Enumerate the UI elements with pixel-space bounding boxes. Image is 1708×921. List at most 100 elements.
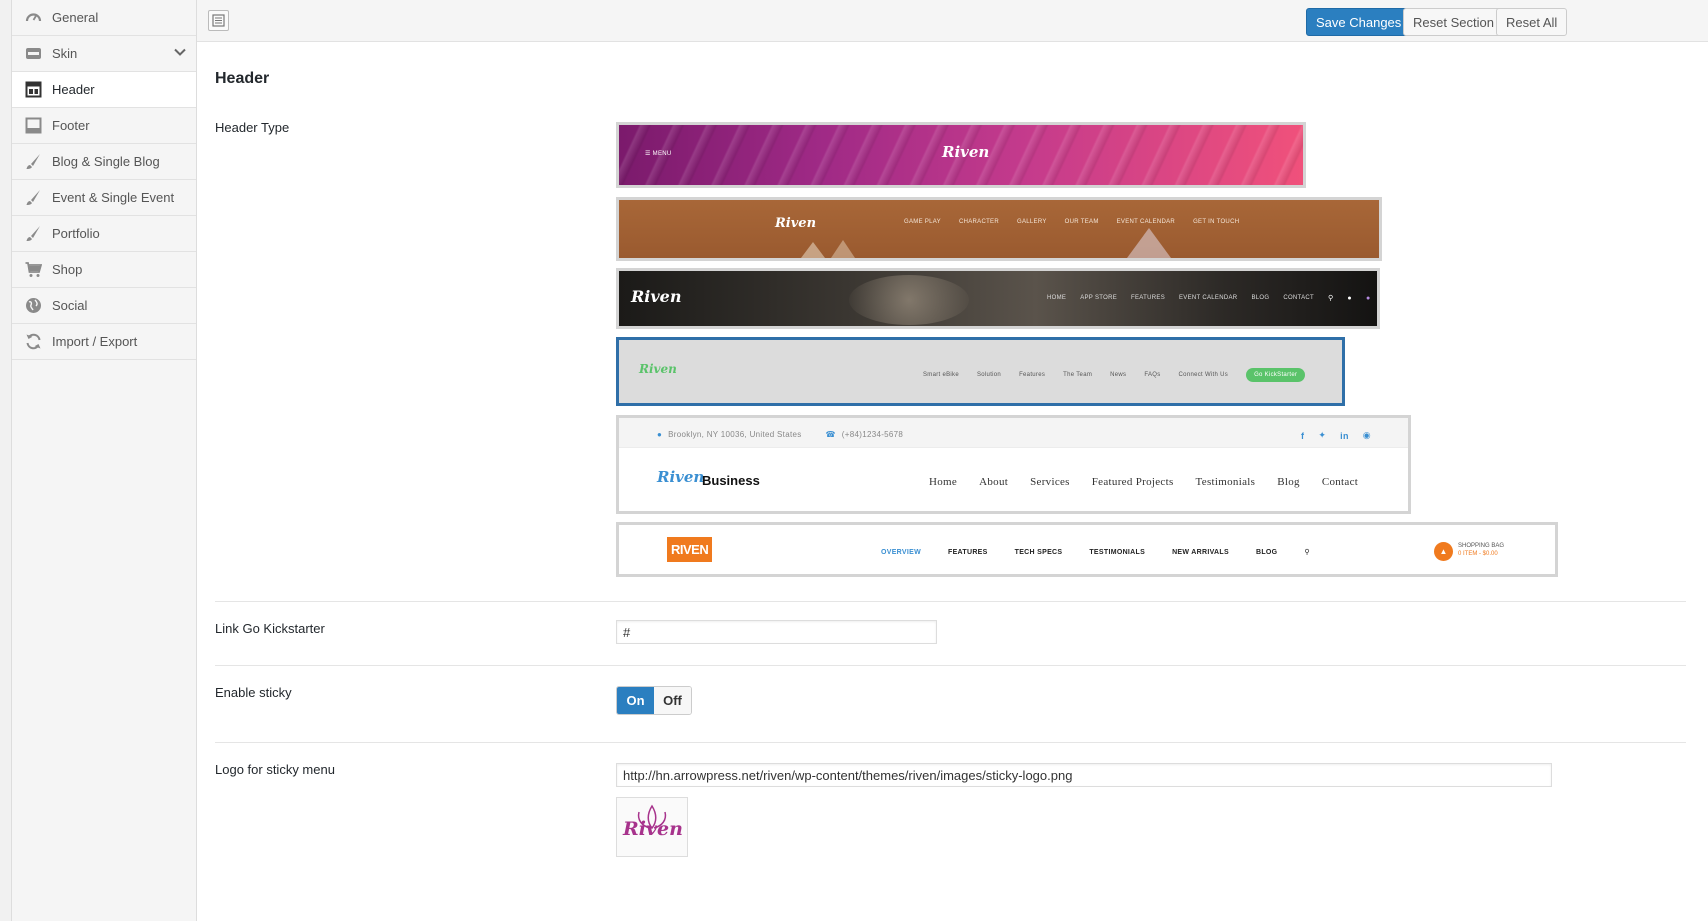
nav-item: EVENT CALENDAR: [1116, 219, 1176, 225]
header-layout-icon: [24, 81, 42, 99]
nav-item: GAME PLAY: [904, 219, 941, 225]
nav-item: Featured Projects: [1091, 476, 1174, 488]
header-nav: Home About Services Featured Projects Te…: [929, 476, 1358, 488]
nav-item: NEW ARRIVALS: [1172, 548, 1229, 556]
cart-badge-icon: ●: [1365, 294, 1371, 302]
header-type-option-1[interactable]: ☰ MENU Riven: [616, 122, 1306, 188]
globe-icon: [24, 297, 42, 315]
twitter-icon: ✦: [1318, 430, 1327, 440]
sidebar-item-label: Footer: [52, 118, 90, 133]
field-divider: [215, 601, 1686, 602]
sticky-off-option[interactable]: Off: [654, 687, 691, 714]
nav-item: CONTACT: [1283, 295, 1314, 301]
shopping-bag-title: SHOPPING BAG: [1458, 543, 1505, 549]
riven-logo: Riven: [639, 362, 677, 376]
sidebar-item-label: General: [52, 10, 99, 25]
brush-icon: [24, 189, 42, 207]
header-type-option-5[interactable]: ● Brooklyn, NY 10036, United States ☎ (+…: [616, 415, 1411, 514]
nav-item-active: OVERVIEW: [881, 548, 922, 556]
sidebar-item-skin[interactable]: Skin: [12, 36, 196, 72]
social-links: f ✦ in ◉: [1301, 430, 1371, 441]
sidebar-item-label: Blog & Single Blog: [52, 154, 160, 169]
header-type-label: Header Type: [215, 120, 290, 135]
nav-item: BLOG: [1251, 295, 1270, 301]
header-type-option-6[interactable]: RIVEN OVERVIEW FEATURES TECH SPECS TESTI…: [616, 522, 1558, 577]
sidebar-item-blog[interactable]: Blog & Single Blog: [12, 144, 196, 180]
sidebar-item-portfolio[interactable]: Portfolio: [12, 216, 196, 252]
header-type-option-3[interactable]: Riven HOME APP STORE FEATURES EVENT CALE…: [616, 268, 1380, 329]
sidebar-item-label: Header: [52, 82, 95, 97]
riven-logo: Riven: [775, 216, 817, 231]
shopping-bag-icon: ▲: [1434, 542, 1453, 561]
sidebar-item-label: Shop: [52, 262, 83, 277]
shopping-bag-info: 0 ITEM - $0.00: [1458, 551, 1498, 557]
sidebar-item-import-export[interactable]: Import / Export: [12, 324, 196, 360]
phone-text: (+84)1234-5678: [841, 430, 904, 439]
enable-sticky-toggle[interactable]: On Off: [616, 686, 692, 715]
pinterest-icon: ◉: [1362, 430, 1371, 440]
options-toolbar: Save Changes Reset Section Reset All: [197, 0, 1708, 42]
theme-options-panel: General Skin Header Footer Blog & Single…: [0, 0, 1708, 921]
sidebar-item-shop[interactable]: Shop: [12, 252, 196, 288]
chevron-down-icon[interactable]: [174, 46, 186, 61]
nav-item: Solution: [976, 372, 1002, 378]
sidebar-item-event[interactable]: Event & Single Event: [12, 180, 196, 216]
nav-item: About: [979, 476, 1009, 488]
sidebar-item-header[interactable]: Header: [12, 72, 196, 108]
riven-logo: RIVEN: [667, 537, 713, 562]
sidebar-item-general[interactable]: General: [12, 0, 196, 36]
sidebar-item-label: Event & Single Event: [52, 190, 175, 205]
sticky-logo-url-input[interactable]: [616, 763, 1552, 787]
address-text: Brooklyn, NY 10036, United States: [668, 430, 802, 439]
riven-logo: Riven: [623, 818, 683, 840]
refresh-icon: [24, 333, 42, 351]
nav-item: FEATURES: [948, 548, 988, 556]
map-pin-icon: ●: [657, 430, 663, 439]
nav-item: FEATURES: [1131, 295, 1165, 301]
nav-item: GALLERY: [1016, 219, 1047, 225]
header-nav: Smart eBike Solution Features The Team N…: [923, 368, 1306, 382]
header-type-option-2[interactable]: Riven GAME PLAY CHARACTER GALLERY OUR TE…: [616, 197, 1382, 261]
footer-layout-icon: [24, 117, 42, 135]
nav-item: Testimonials: [1195, 476, 1256, 488]
nav-item: Contact: [1321, 476, 1359, 488]
sidebar-item-footer[interactable]: Footer: [12, 108, 196, 144]
sticky-on-option[interactable]: On: [617, 687, 654, 714]
sidebar-item-label: Social: [52, 298, 88, 313]
phone-icon: ☎: [825, 430, 836, 439]
expand-options-button[interactable]: [208, 10, 229, 31]
link-kickstarter-input[interactable]: [616, 620, 937, 644]
field-divider: [215, 665, 1686, 666]
header-type-option-4[interactable]: Riven Smart eBike Solution Features The …: [616, 337, 1345, 406]
nav-item: HOME: [1047, 295, 1067, 301]
nav-item: EVENT CALENDAR: [1179, 295, 1238, 301]
header-nav: HOME APP STORE FEATURES EVENT CALENDAR B…: [1047, 294, 1371, 303]
section-title: Header: [215, 70, 270, 87]
sidebar-item-social[interactable]: Social: [12, 288, 196, 324]
enable-sticky-label: Enable sticky: [215, 685, 292, 700]
nav-item: The Team: [1063, 372, 1093, 378]
nav-item: Connect With Us: [1178, 372, 1229, 378]
nav-item: OUR TEAM: [1064, 219, 1099, 225]
nav-item: TESTIMONIALS: [1089, 548, 1146, 556]
nav-item: GET IN TOUCH: [1193, 219, 1240, 225]
field-divider: [215, 742, 1686, 743]
riven-logo: Riven: [657, 468, 705, 486]
header-nav: OVERVIEW FEATURES TECH SPECS TESTIMONIAL…: [881, 548, 1310, 557]
header-contact-info: ● Brooklyn, NY 10036, United States ☎ (+…: [657, 430, 903, 439]
reset-all-button[interactable]: Reset All: [1496, 8, 1568, 36]
nav-item: APP STORE: [1080, 295, 1118, 301]
kickstarter-cta: Go KickStarter: [1246, 368, 1306, 382]
reset-section-button[interactable]: Reset Section: [1403, 8, 1504, 36]
nav-item: Services: [1030, 476, 1070, 488]
link-kickstarter-label: Link Go Kickstarter: [215, 621, 325, 636]
sidebar-item-label: Skin: [52, 46, 78, 61]
sidebar-item-label: Portfolio: [52, 226, 100, 241]
search-icon: ⚲: [1304, 549, 1310, 556]
nav-item: TECH SPECS: [1014, 548, 1063, 556]
sidebar: General Skin Header Footer Blog & Single…: [11, 0, 197, 921]
nav-item: Blog: [1277, 476, 1300, 488]
sticky-logo-preview: Riven: [616, 797, 688, 857]
save-changes-button[interactable]: Save Changes: [1306, 8, 1412, 36]
brush-icon: [24, 225, 42, 243]
